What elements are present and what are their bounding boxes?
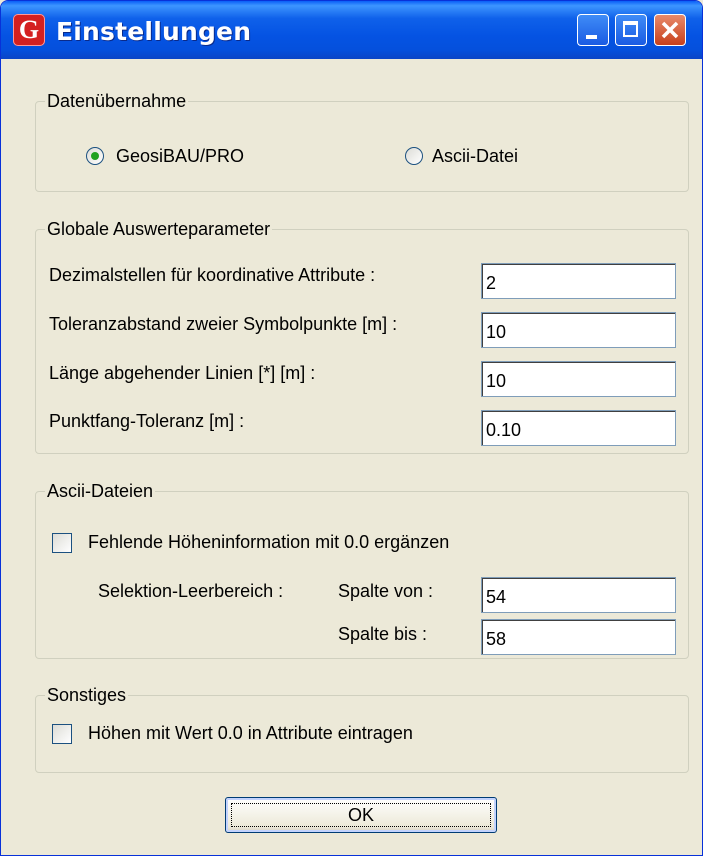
minimize-icon [586, 35, 597, 39]
radio-geosibau[interactable] [86, 147, 104, 165]
column-to-field[interactable] [481, 619, 676, 655]
close-icon [661, 21, 679, 39]
data-import-group: Datenübernahme GeosiBAU/PRO Ascii-Datei [35, 90, 689, 192]
ascii-files-legend: Ascii-Dateien [45, 480, 156, 502]
symbol-tolerance-label: Toleranzabstand zweier Symbolpunkte [m] … [49, 314, 398, 334]
heights-zero-label[interactable]: Höhen mit Wert 0.0 in Attribute eintrage… [88, 722, 413, 744]
column-from-label: Spalte von : [338, 581, 434, 601]
global-params-legend: Globale Auswerteparameter [45, 218, 273, 240]
minimize-button[interactable] [577, 14, 609, 46]
ascii-files-group: Ascii-Dateien Fehlende Höheninformation … [35, 480, 689, 659]
ok-button[interactable]: OK [225, 797, 497, 833]
ok-button-label: OK [347, 805, 374, 825]
maximize-icon [623, 21, 638, 37]
window-title: Einstellungen [56, 17, 252, 46]
snap-tolerance-field[interactable] [481, 410, 676, 446]
radio-selected-dot [91, 152, 99, 160]
app-icon: G [13, 14, 45, 46]
symbol-tolerance-field[interactable] [481, 312, 676, 348]
column-from-input[interactable] [482, 587, 666, 608]
line-length-field[interactable] [481, 361, 676, 397]
fill-missing-height-checkbox[interactable] [52, 533, 72, 553]
symbol-tolerance-input[interactable] [482, 322, 666, 343]
decimal-places-label: Dezimalstellen für koordinative Attribut… [49, 265, 376, 285]
title-bar[interactable]: G Einstellungen [1, 1, 702, 59]
selection-range-label: Selektion-Leerbereich : [98, 581, 284, 601]
misc-group: Sonstiges Höhen mit Wert 0.0 in Attribut… [35, 684, 689, 773]
close-button[interactable] [654, 14, 686, 46]
column-to-input[interactable] [482, 629, 666, 650]
line-length-label: Länge abgehender Linien [*] [m] : [49, 363, 316, 383]
snap-tolerance-input[interactable] [482, 420, 666, 441]
snap-tolerance-label: Punktfang-Toleranz [m] : [49, 411, 245, 431]
decimal-places-input[interactable] [482, 273, 666, 294]
misc-legend: Sonstiges [45, 684, 129, 706]
global-params-group: Globale Auswerteparameter Dezimalstellen… [35, 218, 689, 454]
column-from-field[interactable] [481, 577, 676, 613]
data-import-legend: Datenübernahme [45, 90, 189, 112]
settings-dialog: G Einstellungen Datenübernahme GeosiBAU/… [0, 0, 703, 856]
radio-ascii-datei[interactable] [405, 147, 423, 165]
radio-geosibau-label[interactable]: GeosiBAU/PRO [116, 145, 244, 167]
fill-missing-height-label[interactable]: Fehlende Höheninformation mit 0.0 ergänz… [88, 531, 449, 553]
column-to-label: Spalte bis : [338, 624, 428, 644]
maximize-button[interactable] [615, 14, 647, 46]
heights-zero-checkbox[interactable] [52, 724, 72, 744]
decimal-places-field[interactable] [481, 263, 676, 299]
line-length-input[interactable] [482, 371, 666, 392]
radio-ascii-datei-label[interactable]: Ascii-Datei [432, 145, 518, 167]
